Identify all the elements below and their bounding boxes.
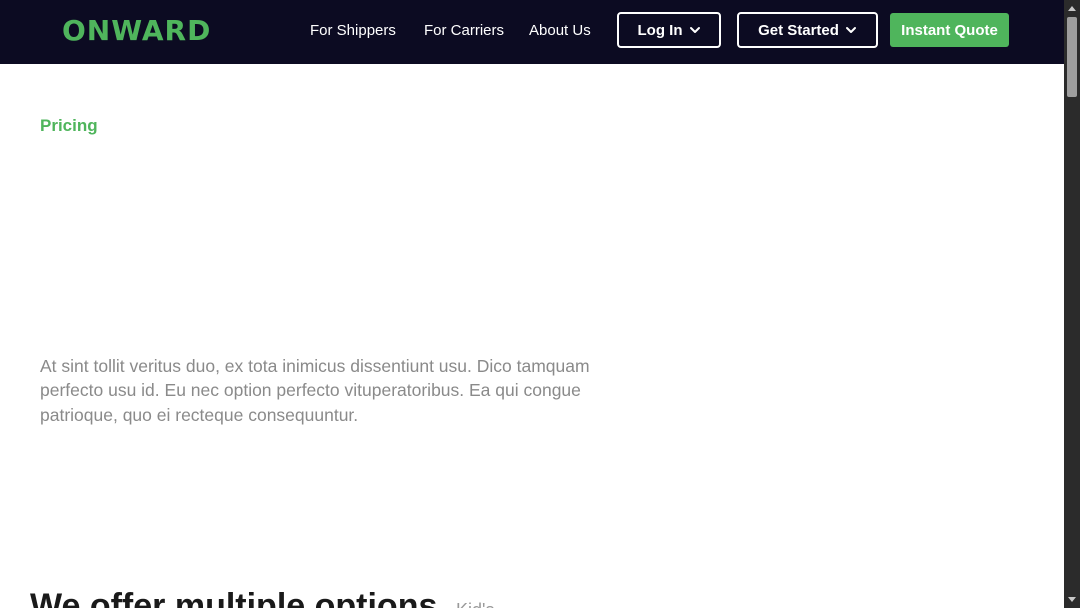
nav-for-shippers[interactable]: For Shippers	[310, 21, 396, 41]
scrollbar-thumb[interactable]	[1067, 17, 1077, 97]
scroll-up-arrow-icon[interactable]	[1064, 1, 1080, 15]
chevron-down-icon	[845, 27, 856, 33]
login-dropdown-button[interactable]: Log In	[617, 12, 721, 48]
scroll-down-arrow-icon[interactable]	[1064, 593, 1080, 607]
nav-about-us[interactable]: About Us	[529, 21, 591, 41]
nav-for-carriers[interactable]: For Carriers	[424, 21, 504, 41]
intro-paragraph: At sint tollit veritus duo, ex tota inim…	[40, 356, 590, 425]
get-started-dropdown-button[interactable]: Get Started	[737, 12, 878, 48]
login-label: Log In	[637, 21, 683, 39]
onward-logo[interactable]: ONWARD	[62, 13, 211, 49]
heading-aside-text: Kid's	[456, 598, 494, 608]
top-nav-bar: ONWARD For Shippers For Carriers About U…	[0, 0, 1064, 64]
vertical-scrollbar[interactable]	[1064, 0, 1080, 608]
instant-quote-button[interactable]: Instant Quote	[890, 13, 1009, 47]
chevron-down-icon	[689, 27, 700, 33]
page: ONWARD For Shippers For Carriers About U…	[0, 0, 1080, 608]
section-label-pricing: Pricing	[40, 116, 98, 135]
get-started-label: Get Started	[758, 21, 839, 39]
section-heading: We offer multiple options	[30, 587, 438, 608]
